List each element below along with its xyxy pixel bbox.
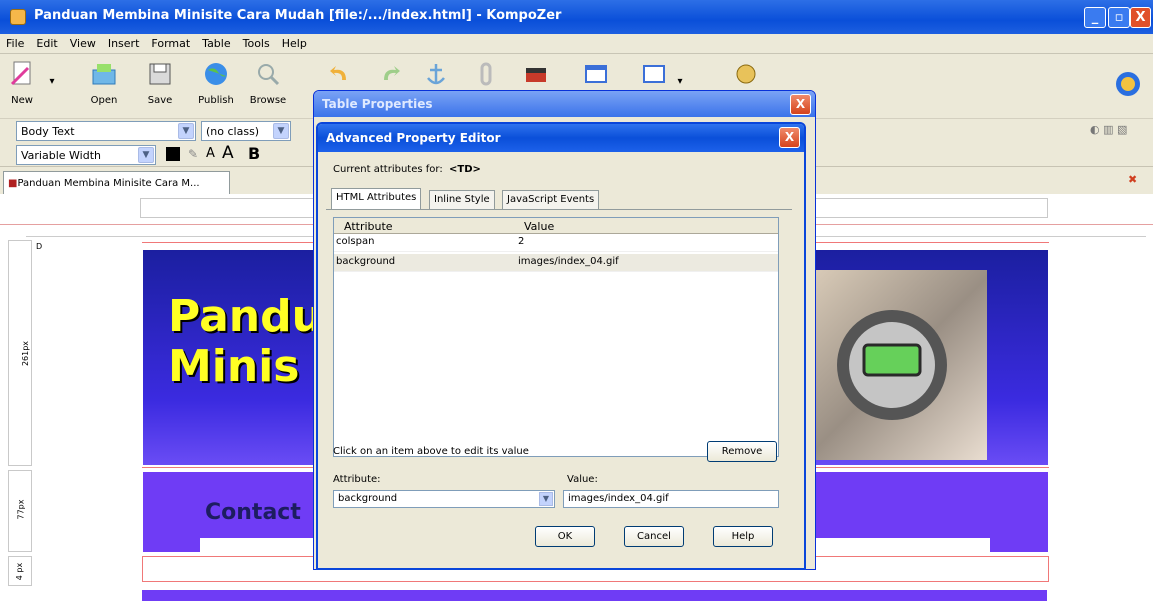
tab-inline-style[interactable]: Inline Style: [429, 190, 495, 210]
bold-button[interactable]: B: [248, 144, 260, 163]
advanced-editor-close-button[interactable]: X: [779, 127, 800, 148]
watch-image: [812, 270, 987, 460]
help-button[interactable]: Help: [713, 526, 773, 547]
table-row-selected[interactable]: background images/index_04.gif: [334, 254, 778, 272]
larger-font-button[interactable]: A: [222, 143, 234, 163]
chevron-down-icon: ▼: [178, 123, 194, 139]
vertical-ruler-3: 4 px: [8, 556, 32, 586]
chevron-down-icon: ▼: [273, 123, 289, 139]
ruler-marker: D: [36, 242, 43, 251]
table-row[interactable]: colspan 2: [334, 234, 778, 252]
tab-html-attributes[interactable]: HTML Attributes: [331, 188, 422, 210]
menu-view[interactable]: View: [64, 34, 102, 50]
class-select[interactable]: (no class) ▼: [201, 121, 291, 141]
footer-bar: [142, 590, 1047, 601]
tab-document[interactable]: ■Panduan Membina Minisite Cara M...: [3, 171, 230, 195]
attribute-select[interactable]: background ▼: [333, 490, 555, 508]
value-input[interactable]: images/index_04.gif: [563, 490, 779, 508]
save-disk-icon: [149, 63, 171, 85]
title-bar: Panduan Membina Minisite Cara Mudah [fil…: [0, 0, 1153, 34]
vertical-ruler-1: 261px: [8, 240, 32, 466]
form-icon: [643, 65, 665, 83]
ok-button[interactable]: OK: [535, 526, 595, 547]
paragraph-style-select[interactable]: Body Text ▼: [16, 121, 196, 141]
browse-button[interactable]: Browse: [248, 58, 288, 106]
table-header: Attribute Value: [334, 218, 778, 234]
vertical-ruler-2: 77px: [8, 470, 32, 552]
magnifier-icon: [258, 64, 280, 86]
window-close-button[interactable]: X: [1130, 7, 1151, 28]
save-button[interactable]: Save: [142, 58, 178, 106]
maximize-button[interactable]: ▫: [1108, 7, 1130, 28]
tab-javascript-events[interactable]: JavaScript Events: [502, 190, 600, 210]
cancel-button[interactable]: Cancel: [624, 526, 684, 547]
current-attributes-label: Current attributes for: <TD>: [333, 164, 481, 175]
open-button[interactable]: Open: [84, 58, 124, 106]
contact-heading: Contact: [205, 500, 301, 525]
link-chain-icon: [480, 62, 492, 86]
new-dropdown-icon[interactable]: ▾: [44, 76, 60, 87]
kompozer-logo-icon: [1116, 72, 1140, 96]
smaller-font-button[interactable]: A: [206, 146, 215, 161]
spellcheck-icon: [736, 64, 756, 84]
app-icon: [10, 9, 26, 25]
highlight-icon[interactable]: ✎: [188, 147, 198, 161]
column-value-header[interactable]: Value: [524, 220, 554, 233]
column-attribute-header[interactable]: Attribute: [344, 220, 393, 233]
open-folder-icon: [92, 64, 116, 85]
tab-panel-border: [326, 209, 792, 210]
hint-text: Click on an item above to edit its value: [333, 446, 529, 457]
advanced-editor-title-bar: Advanced Property Editor: [318, 124, 804, 152]
chevron-down-icon: ▼: [138, 147, 154, 163]
chevron-down-icon: ▼: [539, 492, 553, 506]
font-select[interactable]: Variable Width ▼: [16, 145, 156, 165]
globe-icon: [205, 63, 227, 85]
menu-bar: File Edit View Insert Format Table Tools Help: [0, 34, 1153, 54]
new-page-icon: [10, 61, 31, 86]
menu-help[interactable]: Help: [276, 34, 313, 50]
menu-insert[interactable]: Insert: [102, 34, 146, 50]
minimize-button[interactable]: _: [1084, 7, 1106, 28]
sidebar-toggle-icons[interactable]: ◐ ▥ ▧: [1090, 123, 1127, 136]
anchor-icon: [427, 64, 445, 85]
text-color-swatch[interactable]: [166, 147, 180, 161]
redo-arrow-icon: [384, 66, 400, 80]
window-title: Panduan Membina Minisite Cara Mudah [fil…: [34, 8, 562, 23]
image-icon: [526, 68, 546, 82]
menu-table[interactable]: Table: [196, 34, 236, 50]
menu-file[interactable]: File: [0, 34, 30, 50]
new-button[interactable]: New: [4, 58, 40, 106]
remove-button[interactable]: Remove: [707, 441, 777, 462]
menu-format[interactable]: Format: [145, 34, 196, 50]
close-tab-icon[interactable]: ✖: [1128, 173, 1137, 186]
attribute-label: Attribute:: [333, 474, 381, 485]
menu-tools[interactable]: Tools: [237, 34, 276, 50]
value-label: Value:: [567, 474, 598, 485]
menu-edit[interactable]: Edit: [30, 34, 63, 50]
banner-heading: Pandu Minis: [168, 291, 323, 392]
kompozer-throbber: [1112, 68, 1144, 105]
undo-arrow-icon: [330, 66, 346, 80]
table-icon: [585, 65, 607, 83]
table-properties-close-button[interactable]: X: [790, 94, 811, 115]
attributes-table[interactable]: Attribute Value colspan 2 background ima…: [333, 217, 779, 457]
table-properties-title-bar: Table Properties: [314, 91, 815, 117]
publish-button[interactable]: Publish: [196, 58, 236, 106]
form-dropdown-icon[interactable]: ▾: [672, 76, 688, 87]
watch-photo-icon: [837, 310, 947, 420]
